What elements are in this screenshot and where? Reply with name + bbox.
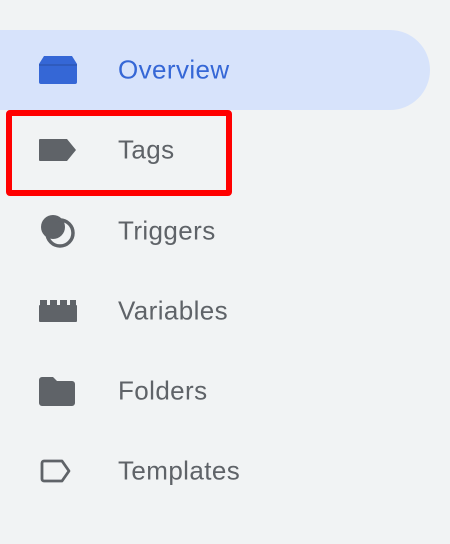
sidebar-item-label: Tags (118, 134, 175, 165)
sidebar-item-templates[interactable]: Templates (0, 431, 430, 511)
variables-icon (38, 291, 78, 331)
folder-icon (38, 371, 78, 411)
triggers-icon (38, 211, 78, 251)
overview-icon (38, 50, 78, 90)
sidebar-nav: Overview Tags Triggers Variables Folders… (0, 0, 450, 544)
sidebar-item-overview[interactable]: Overview (0, 30, 430, 110)
sidebar-item-triggers[interactable]: Triggers (0, 191, 430, 271)
sidebar-item-label: Templates (118, 455, 241, 486)
sidebar-item-label: Variables (118, 295, 229, 326)
sidebar-item-folders[interactable]: Folders (0, 351, 430, 431)
sidebar-item-label: Triggers (118, 215, 216, 246)
sidebar-item-label: Folders (118, 375, 208, 406)
tag-icon (38, 130, 78, 170)
sidebar-item-variables[interactable]: Variables (0, 271, 430, 351)
template-icon (38, 451, 78, 491)
sidebar-item-tags[interactable]: Tags (0, 110, 430, 190)
sidebar-item-label: Overview (118, 54, 230, 85)
